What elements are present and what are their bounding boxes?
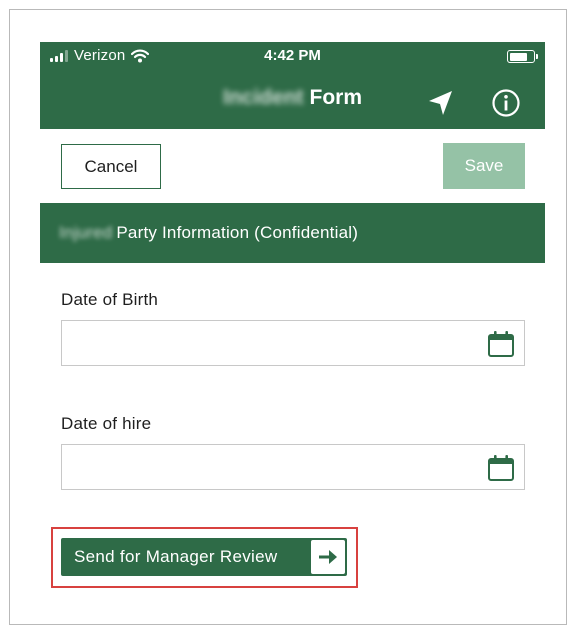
- status-bar: Verizon 4:42 PM: [40, 42, 545, 70]
- cancel-button[interactable]: Cancel: [61, 144, 161, 189]
- section-title-redacted: Injured: [59, 223, 113, 242]
- info-icon[interactable]: [491, 88, 521, 118]
- date-of-birth-label: Date of Birth: [61, 290, 159, 309]
- date-of-birth-field[interactable]: [61, 320, 525, 366]
- header-title: Incident Form: [40, 86, 545, 110]
- form-toolbar: Cancel Save: [40, 129, 545, 203]
- location-arrow-icon[interactable]: [426, 88, 456, 118]
- save-button[interactable]: Save: [443, 143, 525, 189]
- status-time: 4:42 PM: [264, 47, 321, 64]
- header-title-redacted: Incident: [222, 86, 304, 109]
- arrow-right-icon: [319, 550, 337, 564]
- calendar-icon[interactable]: [487, 330, 515, 358]
- date-of-hire-field[interactable]: [61, 444, 525, 490]
- date-of-hire-label: Date of hire: [61, 414, 152, 433]
- send-arrow-container: [311, 540, 345, 574]
- calendar-icon[interactable]: [487, 454, 515, 482]
- section-header: Injured Party Information (Confidential): [40, 203, 545, 263]
- send-button-label: Send for Manager Review: [74, 547, 278, 566]
- battery-icon: [507, 50, 538, 63]
- section-title: Injured Party Information (Confidential): [59, 223, 358, 243]
- section-title-text: Party Information (Confidential): [116, 223, 359, 242]
- send-for-manager-review-button[interactable]: Send for Manager Review: [61, 538, 347, 576]
- app-header: Verizon 4:42 PM Incident Form: [40, 42, 545, 129]
- header-title-text: Form: [309, 86, 363, 109]
